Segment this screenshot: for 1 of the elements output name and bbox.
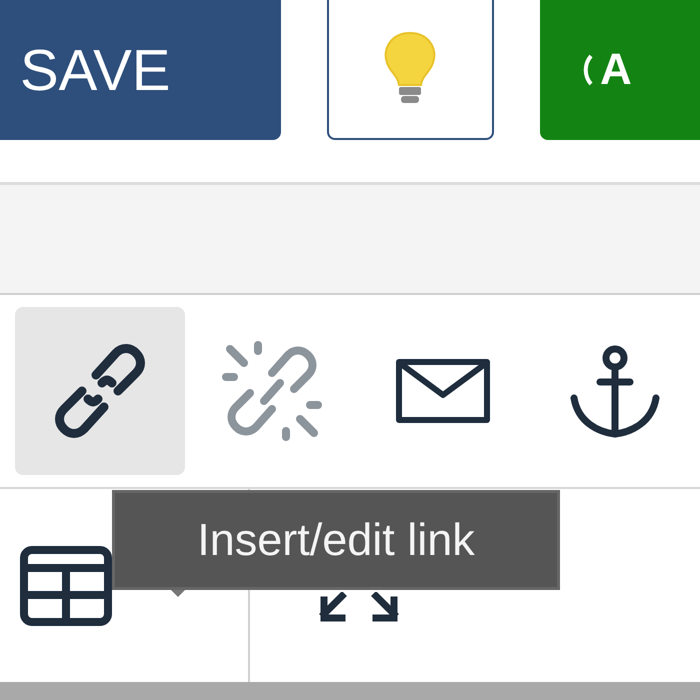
tooltip: Insert/edit link [112,490,560,590]
